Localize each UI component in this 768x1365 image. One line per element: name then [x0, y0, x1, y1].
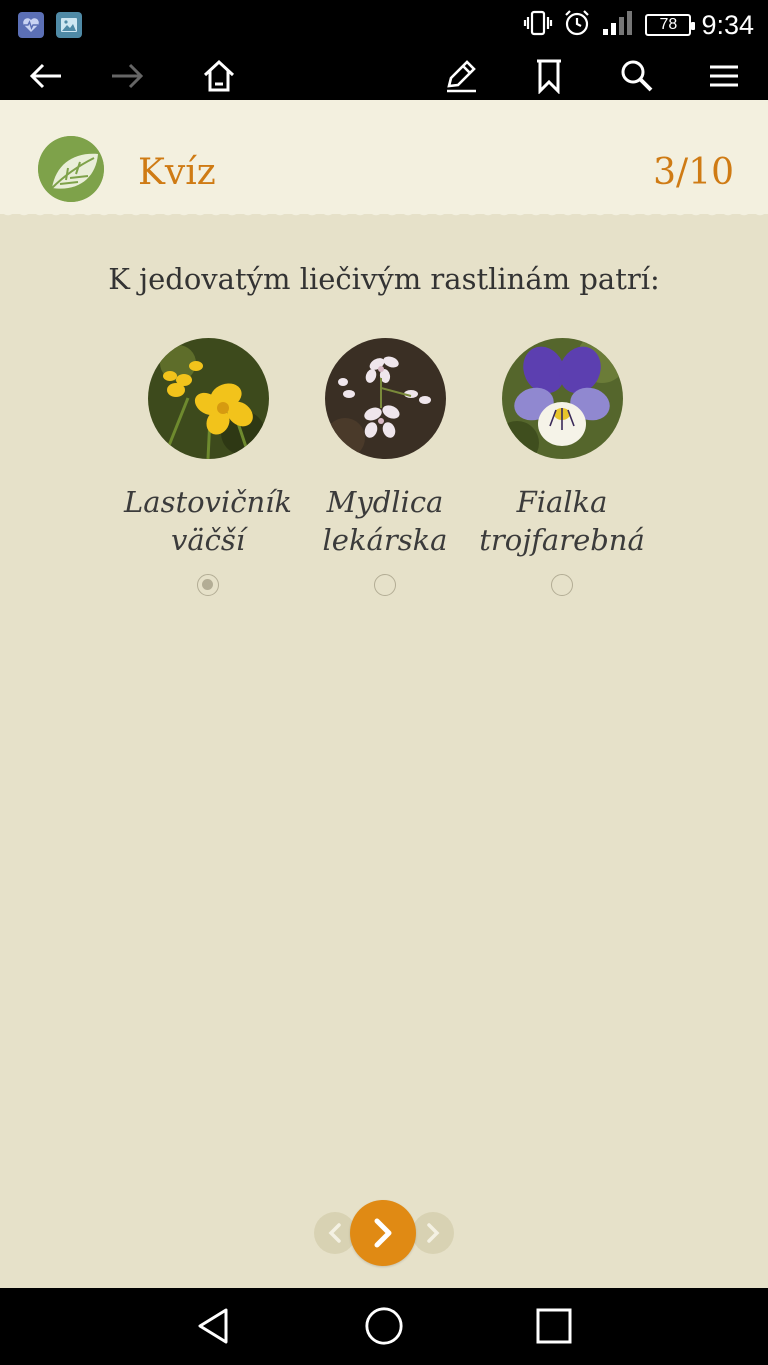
option-radio[interactable]	[551, 574, 573, 596]
leaf-logo-icon	[38, 136, 104, 202]
nav-recents-icon[interactable]	[534, 1306, 574, 1346]
next-button[interactable]	[350, 1200, 416, 1266]
home-icon[interactable]	[199, 56, 239, 96]
option-lastovicnik[interactable]: Lastovičník väčší	[113, 338, 303, 596]
option-fialka[interactable]: Fialka trojfarebná	[467, 338, 657, 596]
status-bar: 78 9:34	[0, 0, 768, 50]
forward-arrow-icon[interactable]	[107, 56, 147, 96]
clock: 9:34	[701, 9, 754, 40]
option-label-line: Fialka	[516, 485, 608, 519]
header-scallop-divider	[0, 208, 768, 220]
alarm-icon	[563, 9, 591, 41]
question-text: K jedovatým liečivým rastlinám patrí:	[108, 262, 660, 296]
option-label-line: väčší	[170, 523, 246, 557]
option-label: Lastovičník väčší	[113, 483, 303, 559]
option-mydlica[interactable]: Mydlica lekárska	[290, 338, 480, 596]
option-label: Mydlica lekárska	[290, 483, 480, 559]
battery-level: 78	[659, 16, 678, 33]
option-label-line: Mydlica	[326, 485, 444, 519]
menu-icon[interactable]	[704, 56, 744, 96]
search-icon[interactable]	[617, 56, 657, 96]
pansy-flower-image	[501, 338, 623, 459]
signal-icon	[601, 9, 635, 41]
toolbar	[0, 50, 768, 100]
next-small-button[interactable]	[412, 1212, 454, 1254]
battery-icon: 78	[645, 14, 696, 36]
option-label-line: lekárska	[322, 523, 448, 557]
quiz-page: Kvíz 3/10 K jedovatým liečivým rastlinám…	[0, 100, 768, 1288]
back-arrow-icon[interactable]	[26, 56, 66, 96]
vibrate-icon	[523, 10, 553, 40]
soapwort-flower-image	[324, 338, 446, 459]
pencil-icon[interactable]	[441, 56, 481, 96]
page-header: Kvíz 3/10	[0, 100, 768, 214]
bookmark-icon[interactable]	[529, 56, 569, 96]
option-radio[interactable]	[197, 574, 219, 596]
nav-back-icon[interactable]	[194, 1306, 234, 1346]
option-label: Fialka trojfarebná	[467, 483, 657, 559]
option-label-line: trojfarebná	[479, 523, 645, 557]
option-radio[interactable]	[374, 574, 396, 596]
nav-home-icon[interactable]	[364, 1306, 404, 1346]
page-title: Kvíz	[138, 152, 216, 193]
gallery-icon	[56, 12, 82, 38]
option-label-line: Lastovičník	[124, 485, 292, 519]
question-counter: 3/10	[653, 152, 734, 193]
health-app-icon	[18, 12, 44, 38]
system-nav-bar	[0, 1288, 768, 1365]
celandine-flower-image	[147, 338, 269, 459]
